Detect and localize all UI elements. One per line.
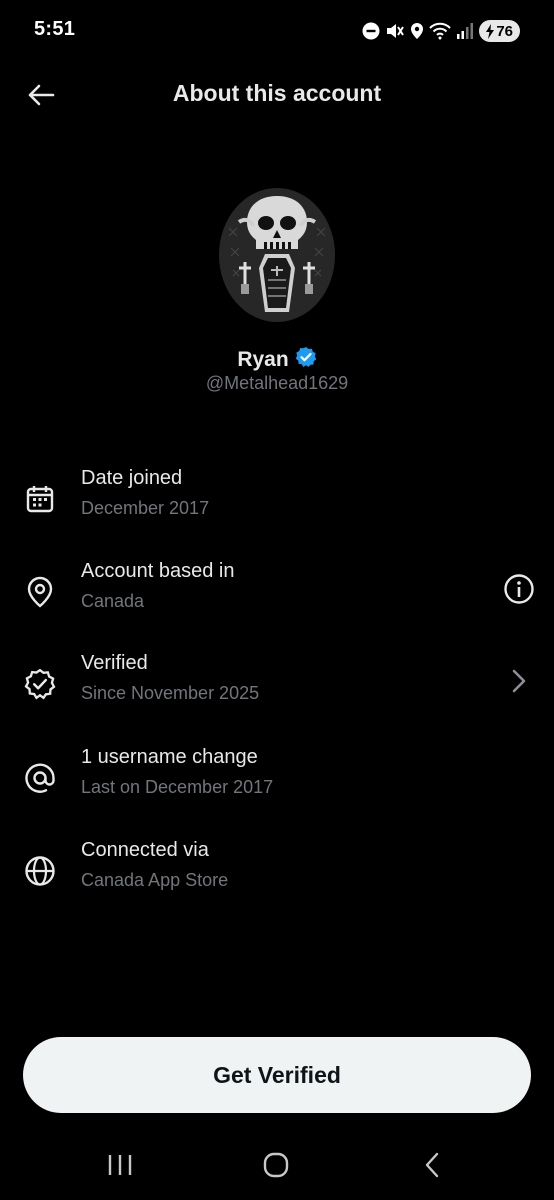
info-title: Connected via (81, 839, 209, 861)
wifi-icon (429, 22, 452, 40)
home-button[interactable] (256, 1148, 296, 1182)
back-icon (425, 1152, 439, 1178)
recent-apps-icon (108, 1155, 132, 1175)
battery-indicator: 76 (479, 20, 520, 42)
profile-handle: @Metalhead1629 (205, 373, 349, 393)
location-icon (410, 22, 424, 40)
info-subtitle: Canada (81, 591, 145, 611)
profile-name: Ryan (237, 347, 289, 371)
recent-apps-button[interactable] (100, 1148, 140, 1182)
info-button[interactable] (500, 570, 538, 608)
chevron-right-icon (512, 669, 526, 693)
info-subtitle: Since November 2025 (81, 683, 260, 703)
get-verified-button[interactable]: Get Verified (23, 1037, 531, 1113)
battery-level: 76 (496, 22, 513, 40)
signal-icon (456, 22, 474, 40)
info-title: Account based in (81, 560, 235, 582)
globe-icon (22, 853, 58, 889)
calendar-icon (22, 481, 58, 517)
info-title: Verified (81, 652, 148, 674)
do-not-disturb-icon (362, 22, 380, 40)
status-bar: 5:51 76 (0, 0, 554, 62)
info-row-date-joined: Date joined December 2017 (0, 467, 554, 539)
home-icon (263, 1152, 289, 1178)
info-title: 1 username change (81, 746, 258, 768)
mute-icon (385, 22, 405, 40)
verified-check-icon (22, 666, 58, 702)
at-sign-icon (22, 760, 58, 796)
status-time: 5:51 (34, 18, 76, 40)
info-row-verified[interactable]: Verified Since November 2025 (0, 652, 554, 724)
system-nav-bar (0, 1130, 554, 1200)
nav-back-button[interactable] (412, 1148, 452, 1182)
battery-charging-icon (486, 23, 495, 39)
info-row-connected-via: Connected via Canada App Store (0, 839, 554, 911)
header: About this account (0, 64, 554, 124)
info-title: Date joined (81, 467, 183, 489)
verified-badge-icon (295, 346, 317, 373)
info-subtitle: Canada App Store (81, 870, 229, 890)
info-subtitle: Last on December 2017 (81, 777, 274, 797)
profile-name-row: Ryan (0, 346, 554, 373)
info-subtitle: December 2017 (81, 498, 210, 518)
avatar[interactable] (219, 188, 335, 322)
info-icon (504, 574, 534, 604)
page-title: About this account (172, 80, 382, 106)
status-icons: 76 (362, 18, 520, 44)
info-row-username-change: 1 username change Last on December 2017 (0, 746, 554, 818)
info-row-account-based-in: Account based in Canada (0, 560, 554, 632)
verified-details-button[interactable] (500, 662, 538, 700)
location-pin-icon (22, 574, 58, 610)
skull-coffin-artwork (219, 188, 335, 322)
